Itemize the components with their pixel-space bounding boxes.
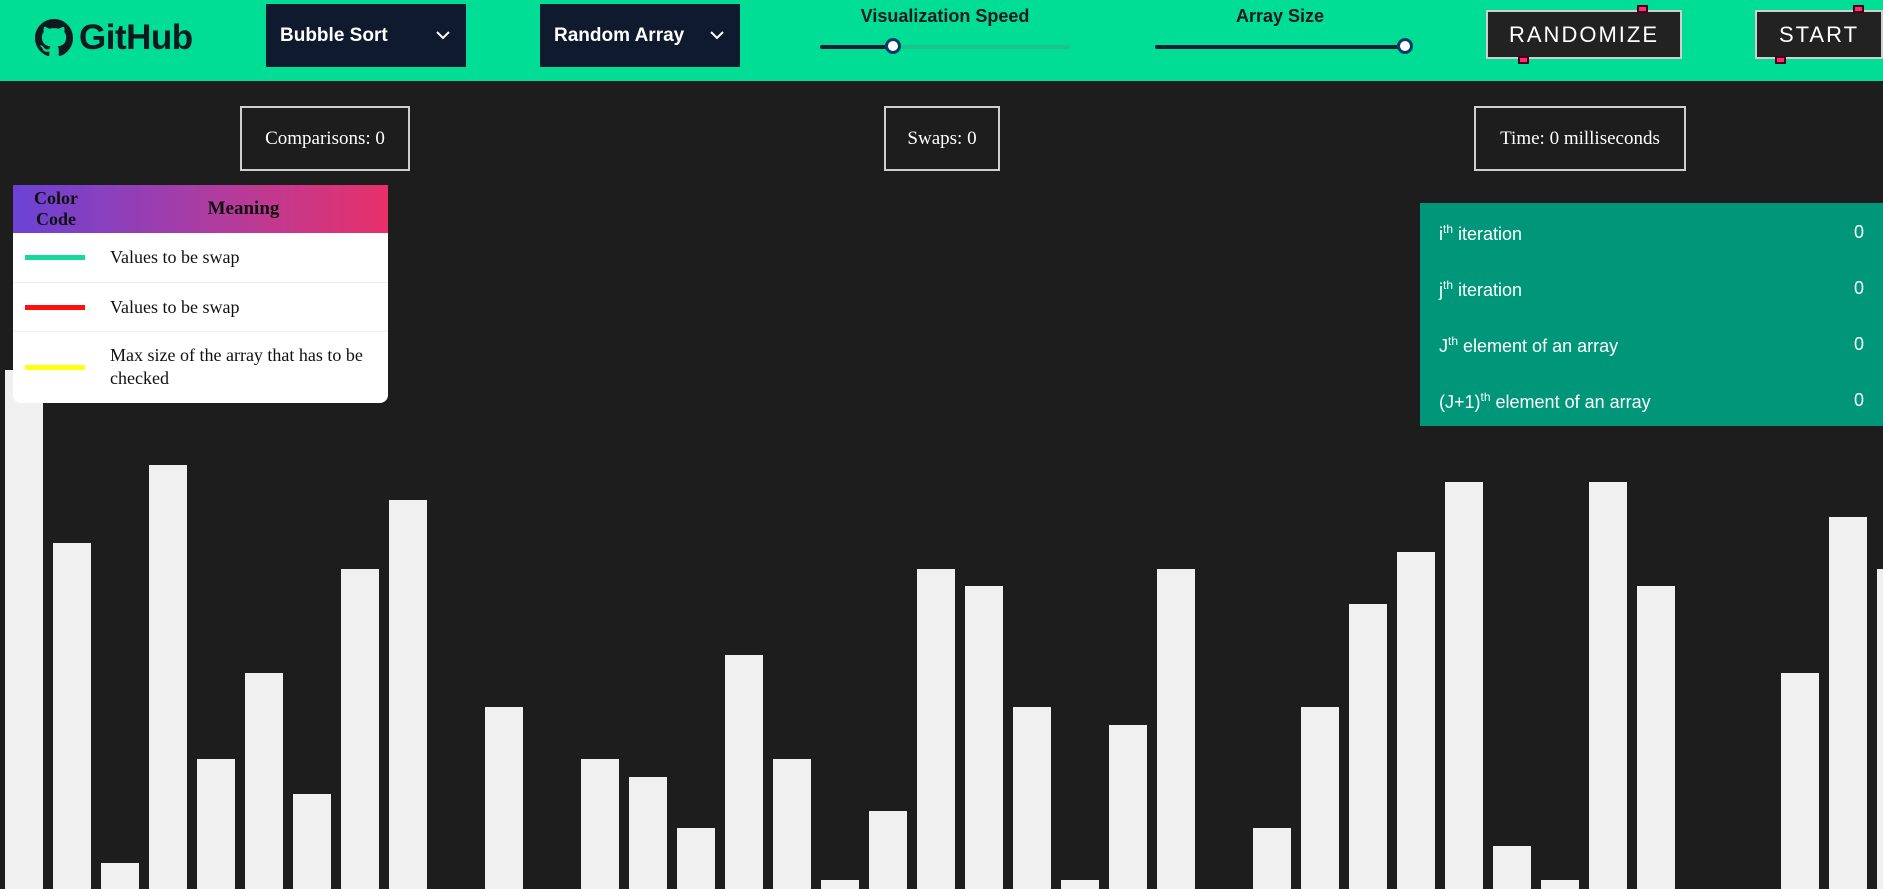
array-bar [149, 465, 187, 889]
focus-marker [1775, 56, 1786, 64]
legend-swatch-green [25, 255, 85, 260]
array-bar [1301, 707, 1339, 889]
color-legend: Color Code Meaning Values to be swap Val… [13, 185, 388, 403]
algorithm-select[interactable]: Bubble Sort [266, 4, 466, 67]
i-iteration-label: ith iteration [1439, 222, 1523, 244]
array-bar [5, 370, 43, 889]
array-bar [1253, 828, 1291, 889]
array-bar [629, 777, 667, 889]
array-bar [341, 569, 379, 889]
array-bar [389, 500, 427, 889]
array-bar [1781, 673, 1819, 889]
j-element-label: Jth element of an array [1439, 334, 1619, 356]
array-bar [1109, 725, 1147, 889]
sorting-visualizer: GitHub Bubble Sort Random Array Visualiz… [0, 0, 1883, 889]
legend-meaning: Values to be swap [110, 247, 240, 267]
array-bar [869, 811, 907, 889]
array-bar [773, 759, 811, 889]
array-bar [197, 759, 235, 889]
j1-element-value: 0 [1853, 390, 1864, 410]
start-button[interactable]: START [1755, 10, 1883, 59]
legend-meaning: Values to be swap [110, 296, 240, 317]
array-type-select-value: Random Array [554, 24, 685, 46]
iteration-panel: ith iteration 0 jth iteration 0 Jth elem… [1420, 203, 1883, 426]
focus-marker [1637, 5, 1648, 13]
algorithm-select-value: Bubble Sort [280, 24, 388, 46]
array-bar [725, 655, 763, 889]
size-slider-track[interactable] [1155, 45, 1405, 49]
array-bar [1445, 482, 1483, 889]
array-bar [1877, 569, 1883, 889]
j-iteration-row: jth iteration 0 [1439, 278, 1864, 301]
legend-row: Values to be swap [13, 283, 388, 332]
i-iteration-row: ith iteration 0 [1439, 222, 1864, 245]
array-type-select[interactable]: Random Array [540, 4, 740, 67]
array-bar [53, 543, 91, 889]
legend-header: Color Code Meaning [13, 185, 388, 233]
array-bar [101, 863, 139, 889]
j-iteration-label: jth iteration [1439, 278, 1523, 300]
array-bar [917, 569, 955, 889]
array-bar [1157, 569, 1195, 889]
array-bar [1013, 707, 1051, 889]
array-bar [293, 794, 331, 889]
github-icon [35, 19, 73, 57]
array-bar [581, 759, 619, 889]
size-slider-thumb[interactable] [1397, 38, 1413, 54]
array-bar [485, 707, 523, 889]
legend-meaning: Max size of the array that has to be che… [110, 345, 363, 388]
array-bar [965, 586, 1003, 889]
array-bar [677, 828, 715, 889]
legend-row: Values to be swap [13, 233, 388, 283]
i-iteration-value: 0 [1853, 222, 1864, 242]
array-bar [821, 880, 859, 889]
array-bar [1397, 552, 1435, 889]
array-bar [1589, 482, 1627, 889]
time-counter: Time: 0 milliseconds [1474, 106, 1686, 171]
array-bar [245, 673, 283, 889]
chevron-down-icon [710, 31, 724, 40]
j-element-value: 0 [1853, 334, 1864, 354]
legend-row: Max size of the array that has to be che… [13, 332, 388, 402]
chevron-down-icon [436, 31, 450, 40]
legend-col-color: Color Code [34, 188, 78, 229]
legend-swatch-red [25, 304, 85, 310]
swaps-counter: Swaps: 0 [884, 106, 1000, 171]
github-link[interactable]: GitHub [35, 14, 193, 62]
array-bar [1541, 880, 1579, 889]
array-bar [1493, 846, 1531, 889]
size-label: Array Size [1235, 6, 1325, 26]
array-bar [1829, 517, 1867, 889]
array-bar [1349, 604, 1387, 889]
focus-marker [1518, 56, 1529, 64]
github-wordmark: GitHub [79, 18, 193, 57]
array-bar [1637, 586, 1675, 889]
j-element-row: Jth element of an array 0 [1439, 334, 1864, 357]
legend-swatch-yellow [25, 364, 85, 370]
legend-col-meaning: Meaning [207, 198, 280, 219]
j1-element-row: (J+1)th element of an array 0 [1439, 390, 1864, 413]
randomize-button[interactable]: RANDOMIZE [1486, 10, 1682, 59]
j1-element-label: (J+1)th element of an array [1439, 390, 1651, 412]
array-bar [1061, 880, 1099, 889]
top-navbar: GitHub Bubble Sort Random Array Visualiz… [0, 0, 1883, 81]
comparisons-counter: Comparisons: 0 [240, 106, 410, 171]
speed-label: Visualization Speed [860, 6, 1030, 26]
speed-slider-fill [820, 45, 894, 49]
focus-marker [1853, 5, 1864, 13]
speed-slider-thumb[interactable] [885, 38, 901, 54]
j-iteration-value: 0 [1853, 278, 1864, 298]
